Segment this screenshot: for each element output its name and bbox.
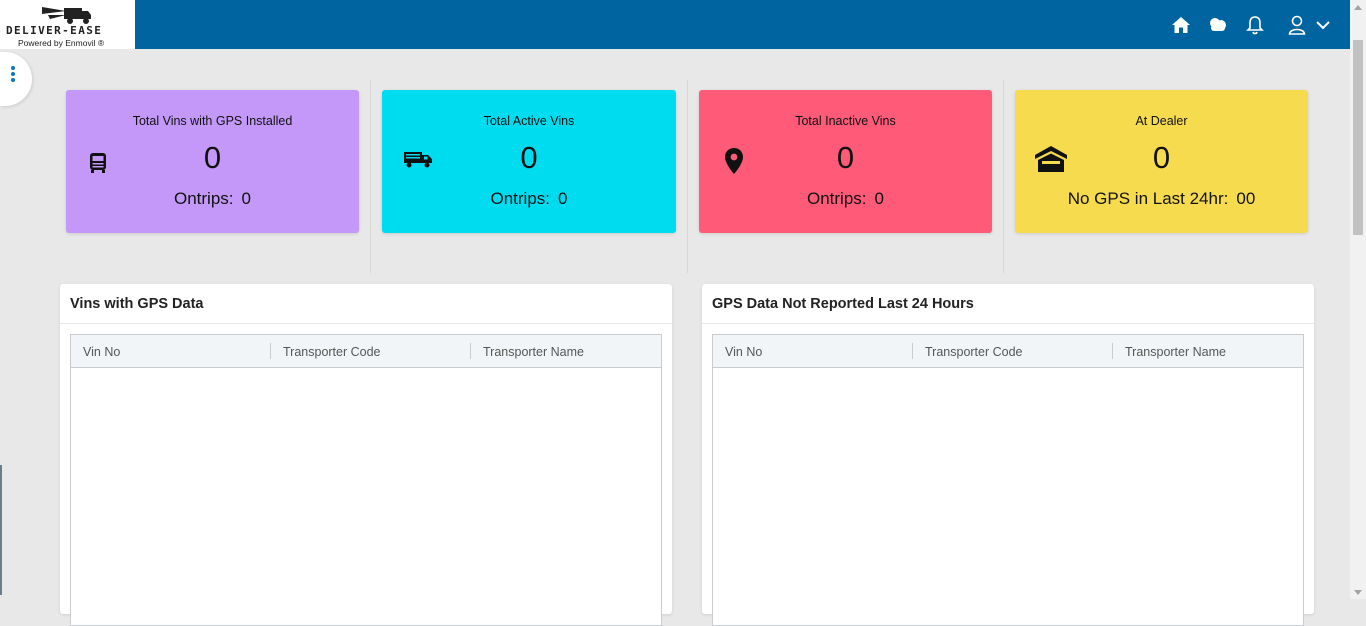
column-resize-handle[interactable]: [470, 343, 471, 359]
sidebar-toggle[interactable]: [0, 52, 32, 106]
bell-icon[interactable]: [1244, 14, 1266, 36]
card-count: 0: [203, 140, 222, 175]
column-resize-handle[interactable]: [912, 343, 913, 359]
column-header-vin-no[interactable]: Vin No: [83, 345, 120, 359]
card-count: 0: [1152, 140, 1171, 175]
panel-divider: [702, 323, 1314, 324]
brand-tagline: Powered by Enmovil ®: [18, 38, 105, 48]
card-title: Total Inactive Vins: [795, 114, 896, 128]
top-navbar: DELIVER-EASE Powered by Enmovil ®: [0, 0, 1350, 49]
left-edge-strip: [0, 465, 2, 595]
card-gps-installed[interactable]: Total Vins with GPS Installed 0 Ontrips:…: [66, 90, 359, 233]
panel-title: GPS Data Not Reported Last 24 Hours: [712, 296, 974, 312]
column-resize-handle[interactable]: [1112, 343, 1113, 359]
card-sub-value: 0: [874, 189, 884, 208]
card-sub-label: No GPS in Last 24hr:: [1067, 189, 1229, 208]
column-header-transporter-name[interactable]: Transporter Name: [1125, 345, 1226, 359]
column-divider: [370, 80, 371, 273]
column-header-transporter-code[interactable]: Transporter Code: [925, 345, 1023, 359]
card-sub-label: Ontrips:: [807, 189, 867, 208]
panel-vins-with-gps: Vins with GPS Data Vin No Transporter Co…: [60, 284, 672, 626]
card-sub-value: 00: [1236, 189, 1256, 208]
scroll-up-arrow-icon[interactable]: [1354, 5, 1362, 10]
column-header-vin-no[interactable]: Vin No: [725, 345, 762, 359]
card-at-dealer[interactable]: At Dealer 0 No GPS in Last 24hr: 00: [1015, 90, 1308, 233]
chevron-down-icon[interactable]: [1312, 14, 1334, 36]
brand-logo[interactable]: DELIVER-EASE Powered by Enmovil ®: [0, 0, 135, 49]
panel-gps-not-reported: GPS Data Not Reported Last 24 Hours Vin …: [702, 284, 1314, 626]
column-header-transporter-code[interactable]: Transporter Code: [283, 345, 381, 359]
card-sub-label: Ontrips:: [490, 189, 551, 208]
card-title: Total Active Vins: [483, 114, 575, 128]
card-sub-label: Ontrips:: [174, 189, 234, 208]
card-sub-value: 0: [241, 189, 251, 208]
card-sub-value: 0: [558, 189, 568, 208]
scrollbar-thumb[interactable]: [1353, 40, 1363, 235]
home-icon[interactable]: [1170, 14, 1192, 36]
grid-header: Vin No Transporter Code Transporter Name: [71, 335, 661, 368]
grid-header: Vin No Transporter Code Transporter Name: [713, 335, 1303, 368]
card-subtext: No GPS in Last 24hr: 00: [1015, 189, 1308, 209]
page-scrollbar[interactable]: [1350, 0, 1366, 599]
card-count: 0: [836, 140, 855, 175]
scroll-down-arrow-icon[interactable]: [1354, 590, 1362, 595]
logo-truck-icon: [42, 7, 91, 24]
card-subtext: Ontrips: 0: [699, 189, 992, 209]
more-vertical-icon: [11, 66, 15, 84]
card-title: At Dealer: [1135, 114, 1188, 128]
card-count: 0: [520, 140, 538, 175]
card-inactive-vins[interactable]: Total Inactive Vins 0 Ontrips: 0: [699, 90, 992, 233]
cloud-icon[interactable]: [1207, 14, 1229, 36]
topbar-actions: [1155, 0, 1334, 49]
column-divider: [1003, 80, 1004, 273]
card-active-vins[interactable]: Total Active Vins 0 Ontrips: 0: [382, 90, 676, 233]
column-resize-handle[interactable]: [270, 343, 271, 359]
card-subtext: Ontrips: 0: [66, 189, 359, 209]
data-grid[interactable]: Vin No Transporter Code Transporter Name: [70, 334, 662, 626]
user-icon[interactable]: [1286, 14, 1308, 36]
panel-divider: [60, 323, 672, 324]
card-title: Total Vins with GPS Installed: [132, 114, 293, 128]
panel-title: Vins with GPS Data: [70, 296, 204, 312]
data-grid[interactable]: Vin No Transporter Code Transporter Name: [712, 334, 1304, 626]
column-divider: [687, 80, 688, 273]
card-subtext: Ontrips: 0: [382, 189, 676, 209]
brand-name: DELIVER-EASE: [6, 24, 103, 37]
column-header-transporter-name[interactable]: Transporter Name: [483, 345, 584, 359]
